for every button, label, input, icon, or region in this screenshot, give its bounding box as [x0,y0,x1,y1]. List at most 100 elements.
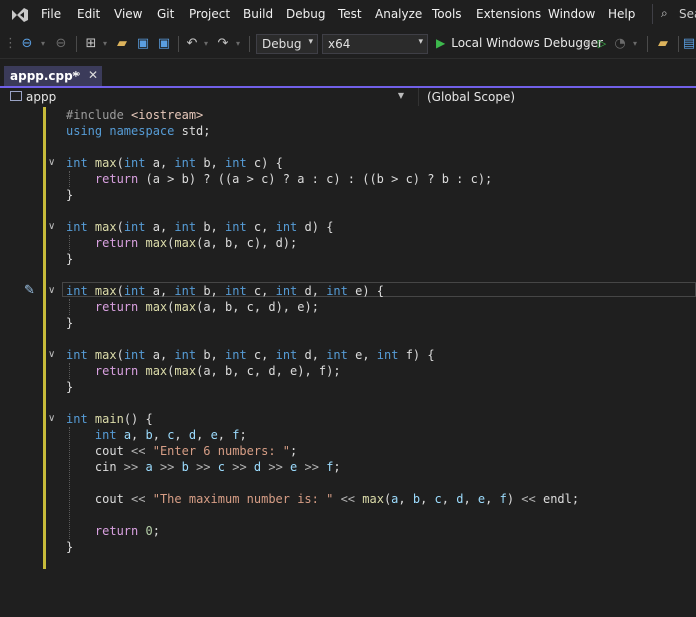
code-line[interactable]: int max(int a, int b, int c, int d, int … [66,347,435,363]
back-dropdown-icon[interactable]: ▾ [38,36,48,52]
menu-file[interactable]: File [41,7,61,21]
project-dropdown[interactable]: appp ▼ [6,88,408,106]
code-line[interactable]: } [66,379,73,395]
code-line[interactable]: cout << "Enter 6 numbers: "; [66,443,297,459]
code-token: int [225,220,254,234]
code-line[interactable]: int max(int a, int b, int c, int d) { [66,219,333,235]
menu-test[interactable]: Test [338,7,362,21]
code-editor[interactable]: ∨ ∨ ∨ ∨ ∨ ✎ #include <iostream> using nam… [0,107,696,617]
code-line[interactable]: int max(int a, int b, int c) { [66,155,283,171]
code-line[interactable]: int a, b, c, d, e, f; [66,427,247,443]
tab-appp-cpp[interactable]: appp.cpp* ⊸ ✕ [4,66,102,86]
code-token: int [174,284,204,298]
code-token: c) { [253,156,283,170]
code-token: int [225,156,254,170]
menu-tools[interactable]: Tools [432,7,462,21]
menu-debug[interactable]: Debug [286,7,325,21]
menu-analyze[interactable]: Analyze [375,7,422,21]
menu-git[interactable]: Git [157,7,174,21]
menu-edit[interactable]: Edit [77,7,100,21]
start-debugging-button[interactable]: ▶ Local Windows Debugger [436,36,603,50]
code-token: int [225,284,254,298]
open-file-icon[interactable]: ▰ [113,36,131,52]
toolbar-separator [76,36,77,52]
undo-dropdown-icon[interactable]: ▾ [201,36,211,52]
code-token: , [196,428,211,442]
menu-project[interactable]: Project [189,7,230,21]
toolbar-grip-icon[interactable]: ⋮ [4,36,17,52]
code-token: f) { [405,348,435,362]
code-line[interactable]: } [66,251,73,267]
visual-studio-logo-icon[interactable] [10,6,30,24]
code-line[interactable]: } [66,315,73,331]
close-icon[interactable]: ✕ [88,68,98,82]
code-line[interactable]: return 0; [66,523,160,539]
code-token: ) [506,492,522,506]
code-token: ; [290,444,298,458]
code-cleanup-brush-icon[interactable]: ✎ [24,283,35,298]
redo-icon[interactable]: ↷ [214,36,232,52]
code-token: d [253,460,269,474]
search-box[interactable]: ⌕ Sea [652,4,696,24]
code-token: (a, b, c, d, e), f); [196,364,341,378]
navigate-back-icon[interactable]: ⊖ [18,36,36,52]
code-token: int [174,156,204,170]
menu-window[interactable]: Window [548,7,595,21]
solution-platform-select[interactable]: x64 ▾ [322,34,428,54]
code-token: c [217,460,233,474]
navigate-forward-icon[interactable]: ⊖ [52,36,70,52]
code-line[interactable]: cout << "The maximum number is: " << max… [66,491,579,507]
scope-dropdown[interactable]: (Global Scope) [418,88,696,106]
code-line[interactable]: return max(max(a, b, c, d, e), f); [66,363,341,379]
collapse-icon[interactable]: ∨ [48,285,55,296]
solution-explorer-icon[interactable]: ▰ [654,36,672,52]
code-line[interactable]: #include <iostream> [66,107,203,123]
save-all-icon[interactable]: ▣ [155,36,173,52]
code-token: return [94,172,146,186]
collapse-icon[interactable]: ∨ [48,157,55,168]
code-token: } [66,252,74,266]
save-icon[interactable]: ▣ [134,36,152,52]
code-line[interactable]: } [66,539,73,555]
collapse-icon[interactable]: ∨ [48,221,55,232]
toolbar-overflow-icon[interactable]: ▤ [682,36,696,52]
new-item-dropdown-icon[interactable]: ▾ [100,36,110,52]
code-line[interactable]: } [66,187,73,203]
code-token: f [499,492,507,506]
code-line[interactable]: return max(max(a, b, c, d), e); [66,299,319,315]
code-token: b, [203,284,226,298]
code-token: () { [123,412,153,426]
chevron-down-icon: ▾ [308,37,313,47]
collapse-icon[interactable]: ∨ [48,349,55,360]
solution-configuration-select[interactable]: Debug ▾ [256,34,318,54]
code-line[interactable]: return max(max(a, b, c), d); [66,235,297,251]
redo-dropdown-icon[interactable]: ▾ [233,36,243,52]
project-icon [10,91,22,101]
menu-extensions[interactable]: Extensions [476,7,541,21]
pin-icon[interactable]: ⊸ [72,69,80,80]
collapse-icon[interactable]: ∨ [48,413,55,424]
code-token: int [94,428,124,442]
undo-icon[interactable]: ↶ [183,36,201,52]
code-line[interactable]: int main() { [66,411,153,427]
code-line[interactable]: int max(int a, int b, int c, int d, int … [66,283,384,299]
new-item-icon[interactable]: ⊞ [82,36,100,52]
menu-build[interactable]: Build [243,7,273,21]
start-without-debugging-icon[interactable]: ▷ [595,36,609,52]
toolbar-separator [249,36,250,52]
code-line[interactable]: cin >> a >> b >> c >> d >> e >> f; [66,459,341,475]
menu-help[interactable]: Help [608,7,635,21]
code-token: , [131,428,146,442]
code-token: int [123,220,153,234]
code-token: } [66,380,74,394]
code-token: ; [152,524,160,538]
code-line[interactable]: return (a > b) ? ((a > c) ? a : c) : ((b… [66,171,492,187]
debugger-dropdown-icon[interactable]: ▾ [582,36,592,52]
code-line[interactable]: using namespace std; [66,123,211,139]
hot-reload-dropdown-icon[interactable]: ▾ [630,36,640,52]
hot-reload-icon[interactable]: ◔ [612,36,628,52]
menu-view[interactable]: View [114,7,142,21]
